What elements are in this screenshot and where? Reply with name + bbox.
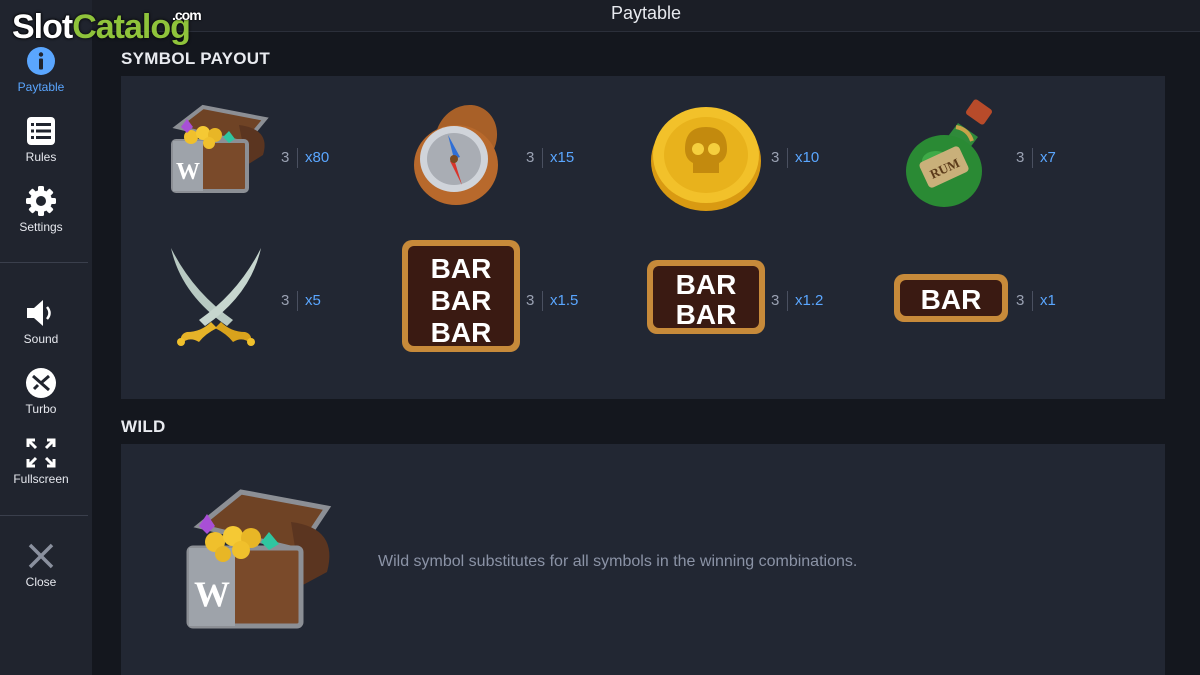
symbol-row-bottle: RUM 3 x7: [856, 93, 1096, 223]
sidebar-item-label: Sound: [23, 332, 59, 346]
sidebar-item-label: Turbo: [25, 402, 57, 416]
svg-text:W: W: [176, 159, 200, 185]
skull-coin-icon: [641, 93, 771, 223]
symbol-row-triple-bar: BAR BAR BAR 3 x1.5: [366, 236, 606, 366]
sidebar-item-label: Settings: [19, 220, 63, 234]
wild-panel: W Wild symbol substitutes for all symbol…: [121, 444, 1165, 675]
header-bar: Paytable: [92, 0, 1200, 32]
compass-icon: [396, 93, 526, 223]
info-icon: [24, 44, 58, 78]
payout-value: x1: [1040, 292, 1056, 309]
rum-bottle-icon: RUM: [886, 93, 1016, 223]
treasure-chest-icon: W: [151, 93, 281, 223]
sidebar: Paytable Rules Settings Sound Turbo Full…: [0, 0, 92, 675]
slotcatalog-logo: SlotCatalog .com: [12, 7, 202, 46]
svg-text:BAR: BAR: [921, 284, 982, 315]
svg-text:BAR: BAR: [676, 299, 737, 330]
payout-value: x1.5: [550, 292, 579, 309]
sidebar-item-fullscreen[interactable]: Fullscreen: [0, 436, 82, 486]
svg-text:BAR: BAR: [676, 269, 737, 300]
symbol-row-sabres: 3 x5: [121, 236, 361, 366]
crossed-sabres-icon: [151, 236, 281, 366]
payout-value: x1.2: [795, 292, 824, 309]
double-bar-icon: BAR BAR: [641, 236, 771, 366]
sidebar-item-label: Paytable: [17, 80, 65, 94]
svg-text:BAR: BAR: [431, 253, 492, 284]
sidebar-item-sound[interactable]: Sound: [0, 296, 82, 346]
symbol-row-compass: 3 x15: [366, 93, 606, 223]
speaker-icon: [24, 296, 58, 330]
payout-value: x7: [1040, 149, 1056, 166]
svg-text:BAR: BAR: [431, 285, 492, 316]
page-title: Paytable: [610, 3, 682, 23]
fullscreen-icon: [24, 436, 58, 470]
wild-description: Wild symbol substitutes for all symbols …: [378, 553, 858, 570]
sidebar-item-rules[interactable]: Rules: [0, 114, 82, 164]
svg-text:BAR: BAR: [431, 317, 492, 348]
sidebar-item-turbo[interactable]: Turbo: [0, 366, 82, 416]
symbol-row-coin: 3 x10: [611, 93, 851, 223]
svg-text:W: W: [194, 574, 230, 614]
payout-value: x5: [305, 292, 321, 309]
symbol-payout-panel: W 3 x80 3 x15 3 x10 RUM 3 x7 3 x5 BAR BA…: [121, 76, 1165, 399]
sidebar-divider: [0, 262, 88, 263]
single-bar-icon: BAR: [886, 236, 1016, 366]
symbol-row-double-bar: BAR BAR 3 x1.2: [611, 236, 851, 366]
gear-icon: [24, 184, 58, 218]
sidebar-item-label: Fullscreen: [13, 472, 69, 486]
turbo-icon: [24, 366, 58, 400]
list-icon: [24, 114, 58, 148]
section-title-symbol-payout: SYMBOL PAYOUT: [121, 49, 271, 68]
sidebar-item-close[interactable]: Close: [0, 539, 82, 589]
payout-value: x10: [795, 149, 820, 166]
payout-value: x80: [305, 149, 330, 166]
paytable-screen: SlotCatalog .com Paytable Rules Settings…: [0, 0, 1200, 675]
close-icon: [24, 539, 58, 573]
paytable-content[interactable]: SYMBOL PAYOUT W 3 x80 3 x15 3 x10 RUM 3 …: [92, 33, 1200, 675]
symbol-row-single-bar: BAR 3 x1: [856, 236, 1096, 366]
payout-value: x15: [550, 149, 575, 166]
wild-chest-icon: W: [149, 468, 349, 648]
sidebar-item-paytable[interactable]: Paytable: [0, 44, 82, 94]
sidebar-item-settings[interactable]: Settings: [0, 184, 82, 234]
sidebar-divider: [0, 515, 88, 516]
symbol-row-chest: W 3 x80: [121, 93, 361, 223]
sidebar-item-label: Rules: [25, 150, 57, 164]
sidebar-item-label: Close: [25, 575, 57, 589]
triple-bar-icon: BAR BAR BAR: [396, 236, 526, 366]
section-title-wild: WILD: [121, 417, 166, 436]
